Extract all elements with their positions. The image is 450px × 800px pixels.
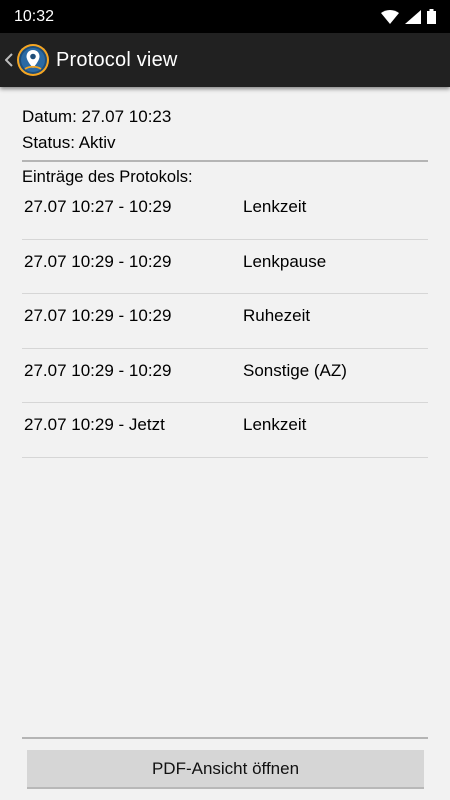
list-item[interactable]: 27.07 10:29 - 10:29 Lenkpause (22, 240, 428, 294)
entry-type: Lenkzeit (243, 415, 307, 434)
battery-icon (427, 9, 436, 24)
protocol-content: Datum: 27.07 10:23 Status: Aktiv Einträg… (0, 87, 450, 800)
protocol-status: Status: Aktiv (22, 133, 116, 152)
protocol-date: Datum: 27.07 10:23 (22, 107, 172, 126)
entry-type: Lenkzeit (243, 197, 307, 216)
entry-time: 27.07 10:27 - 10:29 (24, 197, 172, 216)
status-bar: 10:32 (0, 0, 450, 33)
footer-divider (22, 737, 428, 739)
list-item[interactable]: 27.07 10:29 - Jetzt Lenkzeit (22, 403, 428, 458)
list-item[interactable]: 27.07 10:29 - 10:29 Sonstige (AZ) (22, 349, 428, 403)
entry-type: Ruhezeit (243, 306, 311, 325)
divider (22, 160, 428, 162)
signal-icon (405, 9, 421, 24)
wifi-icon (381, 9, 399, 24)
entry-time: 27.07 10:29 - 10:29 (24, 306, 172, 325)
entry-time: 27.07 10:29 - 10:29 (24, 360, 172, 380)
list-item[interactable]: 27.07 10:29 - 10:29 Ruhezeit (22, 294, 428, 349)
entry-type: Lenkpause (243, 251, 327, 271)
entry-time: 27.07 10:29 - 10:29 (24, 251, 172, 271)
entry-type: Sonstige (AZ) (243, 360, 347, 380)
page-title: Protocol view (56, 48, 178, 71)
list-item[interactable]: 27.07 10:27 - 10:29 Lenkzeit (22, 185, 428, 240)
chevron-left-icon[interactable] (2, 33, 16, 87)
open-pdf-button[interactable]: PDF-Ansicht öffnen (27, 750, 424, 789)
entry-time: 27.07 10:29 - Jetzt (24, 415, 165, 434)
app-bar: Protocol view (0, 33, 450, 87)
location-pin-logo-icon[interactable] (16, 43, 50, 77)
status-icons (381, 9, 436, 24)
entries-list: 27.07 10:27 - 10:29 Lenkzeit 27.07 10:29… (22, 185, 428, 458)
status-time: 10:32 (14, 7, 55, 25)
